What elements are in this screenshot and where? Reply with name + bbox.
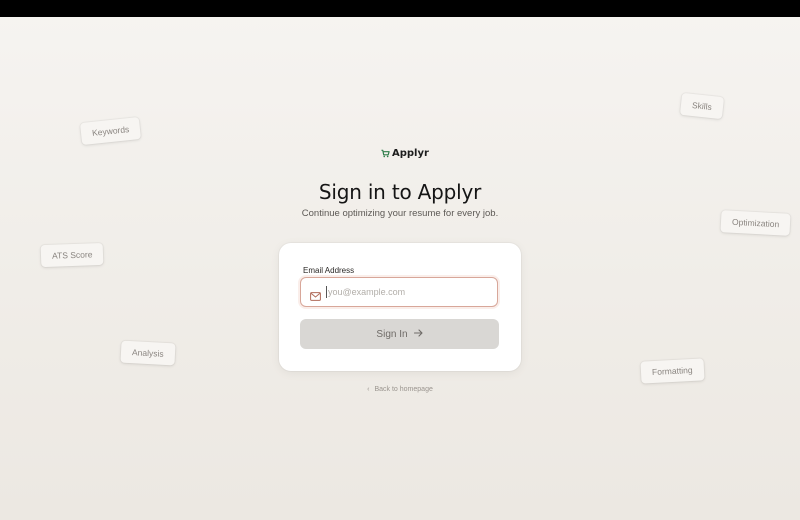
- page-title: Sign in to Applyr: [318, 180, 482, 204]
- floating-tag-skills: Skills: [679, 92, 724, 120]
- arrow-right-icon: [413, 328, 423, 340]
- brand-name: Applyr: [392, 148, 429, 159]
- top-bar: [0, 0, 800, 17]
- mail-icon: [310, 288, 321, 306]
- brand-logo[interactable]: Applyr: [381, 148, 429, 159]
- sign-in-button-label: Sign In: [376, 328, 408, 340]
- email-label: Email Address: [303, 266, 355, 275]
- back-to-homepage-link[interactable]: ‹ Back to homepage: [0, 386, 800, 393]
- email-input[interactable]: [326, 286, 496, 298]
- back-link-label: Back to homepage: [374, 386, 433, 393]
- page-subtitle: Continue optimizing your resume for ever…: [301, 208, 499, 219]
- sign-in-button[interactable]: Sign In: [300, 319, 499, 349]
- floating-tag-ats-score: ATS Score: [40, 242, 104, 268]
- floating-tag-analysis: Analysis: [120, 340, 176, 366]
- email-field[interactable]: [300, 277, 498, 307]
- cart-icon: [381, 149, 390, 158]
- chevron-left-icon: ‹: [367, 386, 370, 393]
- floating-tag-keywords: Keywords: [80, 116, 142, 146]
- sign-in-card: Email Address Sign In: [279, 243, 521, 371]
- floating-tag-formatting: Formatting: [640, 358, 705, 384]
